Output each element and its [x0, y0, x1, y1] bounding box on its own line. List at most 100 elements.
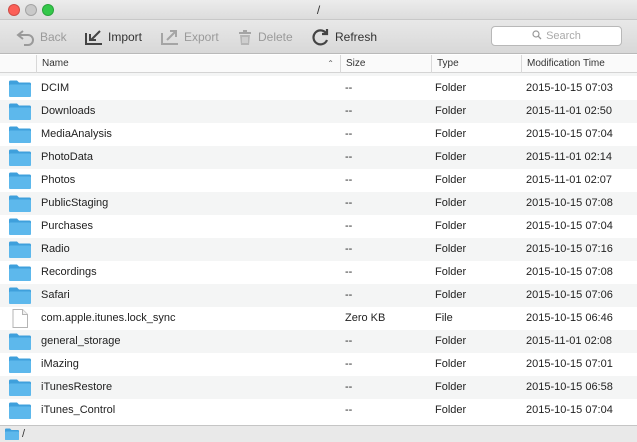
- file-modified: 2015-10-15 07:08: [526, 197, 613, 209]
- title-bar: /: [0, 0, 637, 20]
- back-label: Back: [40, 30, 67, 44]
- toolbar: Back Import Export Delete Refresh Search: [0, 20, 637, 54]
- file-modified: 2015-10-15 07:08: [526, 266, 613, 278]
- table-row[interactable]: PublicStaging -- Folder 2015-10-15 07:08: [0, 192, 637, 215]
- file-type: Folder: [435, 128, 467, 140]
- file-type: Folder: [435, 266, 467, 278]
- column-header-modified[interactable]: Modification Time: [521, 55, 637, 73]
- delete-button[interactable]: Delete: [236, 26, 293, 48]
- file-type: File: [435, 312, 453, 324]
- file-modified: 2015-10-15 07:04: [526, 404, 613, 416]
- file-type: Folder: [435, 197, 467, 209]
- column-header-modified-label: Modification Time: [527, 58, 605, 69]
- table-row[interactable]: Downloads -- Folder 2015-11-01 02:50: [0, 100, 637, 123]
- column-header-type[interactable]: Type: [431, 55, 521, 73]
- refresh-icon: [311, 28, 331, 46]
- folder-icon: [9, 356, 31, 376]
- table-row[interactable]: iTunes_Control -- Folder 2015-10-15 07:04: [0, 399, 637, 422]
- file-size: --: [345, 220, 353, 232]
- file-name: Safari: [41, 289, 70, 301]
- file-name: Purchases: [41, 220, 93, 232]
- table-row[interactable]: Photos -- Folder 2015-11-01 02:07: [0, 169, 637, 192]
- table-row[interactable]: MediaAnalysis -- Folder 2015-10-15 07:04: [0, 123, 637, 146]
- current-path: /: [22, 428, 26, 440]
- file-modified: 2015-10-15 07:04: [526, 128, 613, 140]
- import-icon: [84, 28, 104, 46]
- column-header-size[interactable]: Size: [340, 55, 431, 73]
- refresh-label: Refresh: [335, 30, 378, 44]
- table-row[interactable]: Recordings -- Folder 2015-10-15 07:08: [0, 261, 637, 284]
- file-size: --: [345, 197, 353, 209]
- file-name: general_storage: [41, 335, 121, 347]
- folder-icon: [9, 149, 31, 169]
- file-size: --: [345, 174, 353, 186]
- file-name: Radio: [41, 243, 70, 255]
- file-size: --: [345, 82, 353, 94]
- delete-label: Delete: [258, 30, 293, 44]
- file-name: MediaAnalysis: [41, 128, 112, 140]
- folder-icon: [9, 80, 31, 100]
- folder-icon: [5, 428, 19, 442]
- file-type: Folder: [435, 151, 467, 163]
- file-type: Folder: [435, 381, 467, 393]
- file-modified: 2015-10-15 07:16: [526, 243, 613, 255]
- column-header-name-label: Name: [42, 58, 69, 69]
- table-row[interactable]: iMazing -- Folder 2015-10-15 07:01: [0, 353, 637, 376]
- import-button[interactable]: Import: [84, 26, 142, 48]
- file-size: --: [345, 151, 353, 163]
- search-field[interactable]: Search: [491, 26, 622, 46]
- column-header-type-label: Type: [437, 58, 459, 69]
- back-button[interactable]: Back: [16, 26, 67, 48]
- file-icon: [12, 309, 28, 331]
- file-size: --: [345, 404, 353, 416]
- sort-ascending-icon: ⌃: [327, 59, 334, 68]
- folder-icon: [9, 379, 31, 399]
- file-type: Folder: [435, 174, 467, 186]
- file-list: DCIM -- Folder 2015-10-15 07:03 Downloads -- F…: [0, 73, 637, 425]
- table-row[interactable]: Safari -- Folder 2015-10-15 07:06: [0, 284, 637, 307]
- column-header-name[interactable]: Name ⌃: [36, 55, 340, 73]
- file-size: --: [345, 335, 353, 347]
- status-bar: /: [0, 425, 637, 442]
- file-size: --: [345, 243, 353, 255]
- table-row[interactable]: DCIM -- Folder 2015-10-15 07:03: [0, 77, 637, 100]
- file-type: Folder: [435, 335, 467, 347]
- file-size: Zero KB: [345, 312, 386, 324]
- file-modified: 2015-10-15 06:58: [526, 381, 613, 393]
- back-arrow-icon: [16, 28, 36, 46]
- table-row[interactable]: iTunesRestore -- Folder 2015-10-15 06:58: [0, 376, 637, 399]
- column-header-size-label: Size: [346, 58, 366, 69]
- file-name: Downloads: [41, 105, 96, 117]
- table-row[interactable]: general_storage -- Folder 2015-11-01 02:08: [0, 330, 637, 353]
- file-modified: 2015-10-15 07:06: [526, 289, 613, 301]
- column-header: Name ⌃ Size Type Modification Time: [0, 55, 637, 73]
- folder-icon: [9, 333, 31, 353]
- file-name: Photos: [41, 174, 76, 186]
- table-row[interactable]: com.apple.itunes.lock_sync Zero KB File 201…: [0, 307, 637, 330]
- folder-icon: [9, 402, 31, 422]
- file-type: Folder: [435, 243, 467, 255]
- file-size: --: [345, 358, 353, 370]
- export-button[interactable]: Export: [160, 26, 219, 48]
- table-row[interactable]: [0, 73, 637, 76]
- folder-icon: [9, 195, 31, 215]
- file-modified: 2015-10-15 07:03: [526, 82, 613, 94]
- search-icon: [532, 29, 542, 43]
- table-row[interactable]: Radio -- Folder 2015-10-15 07:16: [0, 238, 637, 261]
- file-modified: 2015-11-01 02:14: [526, 151, 613, 163]
- file-type: Folder: [435, 358, 467, 370]
- file-size: --: [345, 105, 353, 117]
- file-name: PhotoData: [41, 151, 93, 163]
- export-icon: [160, 28, 180, 46]
- file-name: Recordings: [41, 266, 97, 278]
- folder-icon: [9, 287, 31, 307]
- table-row[interactable]: Purchases -- Folder 2015-10-15 07:04: [0, 215, 637, 238]
- table-row[interactable]: PhotoData -- Folder 2015-11-01 02:14: [0, 146, 637, 169]
- folder-icon: [9, 241, 31, 261]
- folder-icon: [9, 218, 31, 238]
- file-size: --: [345, 289, 353, 301]
- refresh-button[interactable]: Refresh: [311, 26, 377, 48]
- file-modified: 2015-10-15 06:46: [526, 312, 613, 324]
- trash-icon: [236, 28, 254, 46]
- folder-icon: [9, 264, 31, 284]
